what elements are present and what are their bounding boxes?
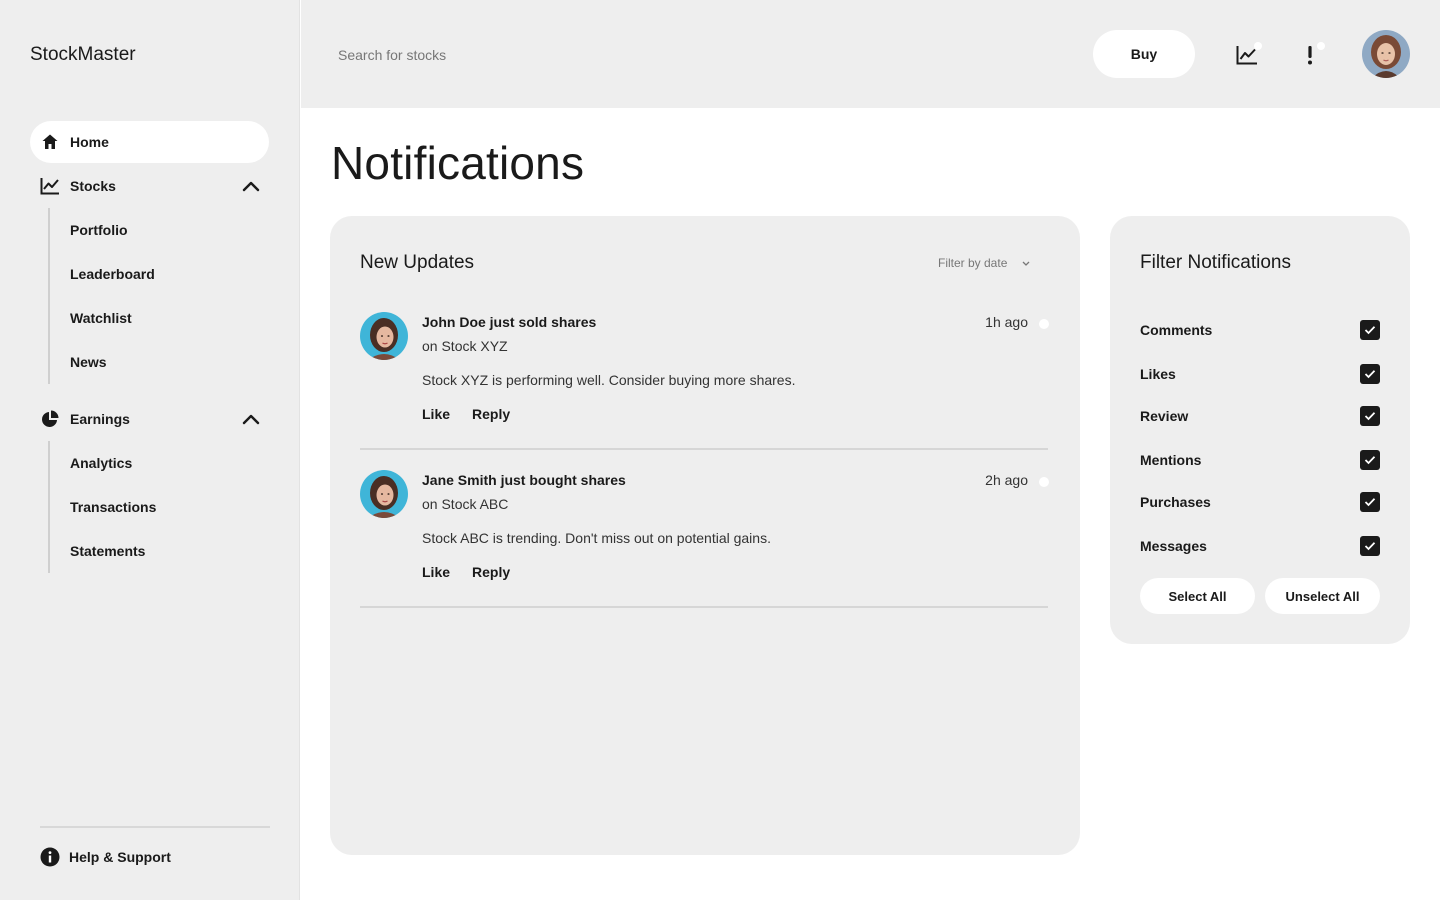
- like-button[interactable]: Like: [422, 564, 450, 580]
- filter-row-comments: Comments: [1140, 319, 1380, 341]
- notification-subtitle: on Stock XYZ: [422, 338, 508, 354]
- sidebar-subitem-statements[interactable]: Statements: [50, 529, 156, 573]
- check-icon: [1364, 542, 1376, 551]
- check-icon: [1364, 326, 1376, 335]
- review-checkbox[interactable]: [1360, 406, 1380, 426]
- notification-actions: Like Reply: [422, 564, 510, 580]
- sidebar-subitem-leaderboard[interactable]: Leaderboard: [50, 252, 155, 296]
- sidebar-item-earnings[interactable]: Earnings: [30, 398, 269, 440]
- page-title: Notifications: [331, 137, 585, 189]
- chart-line-icon: [40, 176, 60, 196]
- sidebar: StockMaster Home Stocks Portfolio Leader…: [0, 0, 300, 900]
- mentions-checkbox[interactable]: [1360, 450, 1380, 470]
- filter-row-mentions: Mentions: [1140, 449, 1380, 471]
- stocks-subnav: Portfolio Leaderboard Watchlist News: [48, 208, 155, 384]
- updates-card: New Updates Filter by date John Doe just…: [330, 216, 1080, 855]
- user-avatar[interactable]: [1362, 30, 1410, 78]
- check-icon: [1364, 456, 1376, 465]
- filter-row-likes: Likes: [1140, 363, 1380, 385]
- alert-icon[interactable]: [1297, 42, 1325, 68]
- info-icon: [40, 847, 60, 867]
- sidebar-divider: [40, 826, 270, 828]
- sidebar-item-label: Earnings: [70, 411, 130, 427]
- filter-date-label: Filter by date: [938, 256, 1008, 270]
- notification-time: 2h ago: [985, 472, 1028, 488]
- sidebar-subitem-transactions[interactable]: Transactions: [50, 485, 156, 529]
- check-icon: [1364, 412, 1376, 421]
- notification-actions: Like Reply: [422, 406, 510, 422]
- like-button[interactable]: Like: [422, 406, 450, 422]
- brand-logo[interactable]: StockMaster: [30, 44, 136, 66]
- filter-card: Filter Notifications Comments Likes Revi…: [1110, 216, 1410, 644]
- notification-body: Stock ABC is trending. Don't miss out on…: [422, 530, 771, 546]
- filter-row-purchases: Purchases: [1140, 491, 1380, 513]
- notification-divider: [360, 606, 1048, 608]
- filter-label: Review: [1140, 408, 1189, 424]
- check-icon: [1364, 370, 1376, 379]
- sidebar-subitem-analytics[interactable]: Analytics: [50, 441, 156, 485]
- select-all-button[interactable]: Select All: [1140, 578, 1255, 614]
- notification-headline: John Doe just sold shares: [422, 314, 597, 330]
- filter-label: Mentions: [1140, 452, 1202, 468]
- notification-dot: [1254, 42, 1262, 50]
- home-icon: [40, 132, 60, 152]
- help-label: Help & Support: [69, 849, 171, 865]
- comments-checkbox[interactable]: [1360, 320, 1380, 340]
- notification-subtitle: on Stock ABC: [422, 496, 509, 512]
- sidebar-subitem-watchlist[interactable]: Watchlist: [50, 296, 155, 340]
- sidebar-item-label: Home: [70, 134, 109, 150]
- updates-title: New Updates: [360, 252, 475, 273]
- reply-button[interactable]: Reply: [472, 406, 510, 422]
- purchases-checkbox[interactable]: [1360, 492, 1380, 512]
- unread-dot: [1039, 319, 1049, 329]
- filter-label: Likes: [1140, 366, 1176, 382]
- notification-headline: Jane Smith just bought shares: [422, 472, 626, 488]
- help-support-link[interactable]: Help & Support: [40, 847, 171, 867]
- topbar: Buy: [301, 0, 1440, 108]
- sidebar-subitem-news[interactable]: News: [50, 340, 155, 384]
- chevron-down-icon: [1021, 260, 1031, 267]
- chevron-up-icon[interactable]: [241, 409, 261, 429]
- notification-body: Stock XYZ is performing well. Consider b…: [422, 372, 796, 388]
- filter-label: Purchases: [1140, 494, 1211, 510]
- filter-label: Comments: [1140, 322, 1213, 338]
- notification-avatar: [360, 312, 408, 360]
- filter-title: Filter Notifications: [1140, 252, 1291, 273]
- notification-avatar: [360, 470, 408, 518]
- reply-button[interactable]: Reply: [472, 564, 510, 580]
- chevron-up-icon[interactable]: [241, 176, 261, 196]
- filter-row-review: Review: [1140, 405, 1380, 427]
- notification-dot: [1317, 42, 1325, 50]
- filter-row-messages: Messages: [1140, 535, 1380, 557]
- sidebar-subitem-portfolio[interactable]: Portfolio: [50, 208, 155, 252]
- sidebar-item-home[interactable]: Home: [30, 121, 269, 163]
- search-input[interactable]: [338, 40, 838, 70]
- check-icon: [1364, 498, 1376, 507]
- filter-label: Messages: [1140, 538, 1207, 554]
- unselect-all-button[interactable]: Unselect All: [1265, 578, 1380, 614]
- buy-button[interactable]: Buy: [1093, 30, 1195, 78]
- filter-by-date-dropdown[interactable]: Filter by date: [938, 256, 1031, 270]
- likes-checkbox[interactable]: [1360, 364, 1380, 384]
- pie-chart-icon: [40, 409, 60, 429]
- sidebar-item-stocks[interactable]: Stocks: [30, 165, 269, 207]
- notification-divider: [360, 448, 1048, 450]
- earnings-subnav: Analytics Transactions Statements: [48, 441, 156, 573]
- messages-checkbox[interactable]: [1360, 536, 1380, 556]
- unread-dot: [1039, 477, 1049, 487]
- notification-time: 1h ago: [985, 314, 1028, 330]
- chart-line-icon[interactable]: [1234, 42, 1262, 68]
- sidebar-item-label: Stocks: [70, 178, 116, 194]
